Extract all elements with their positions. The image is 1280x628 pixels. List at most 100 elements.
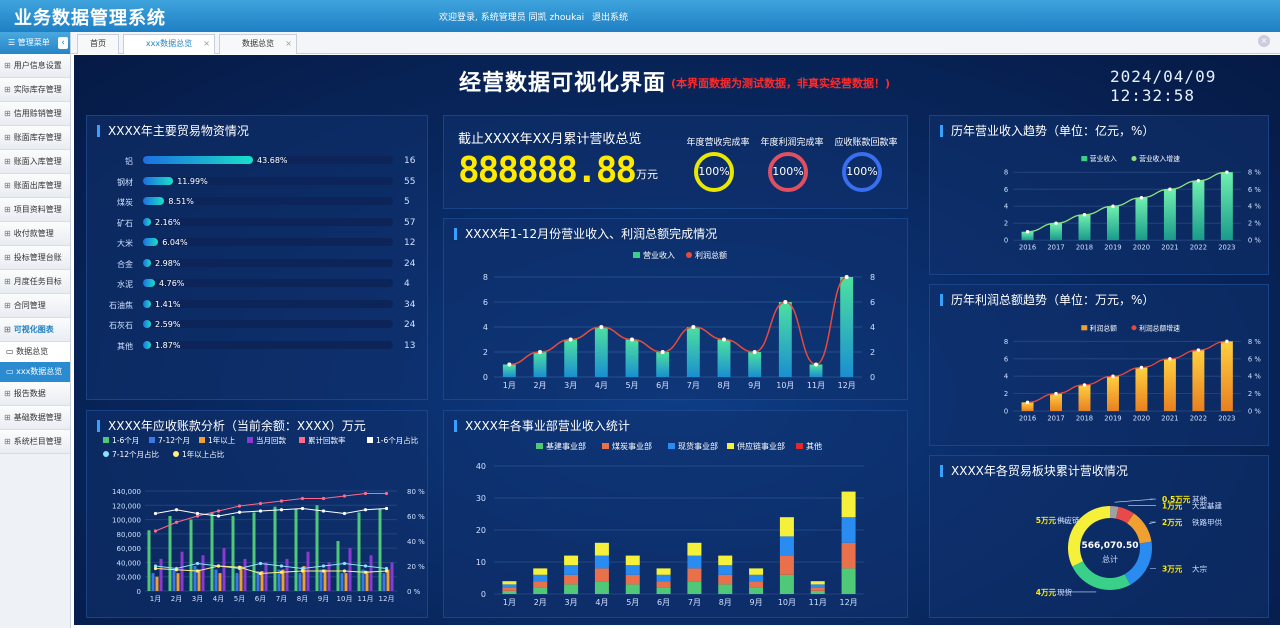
legend-swatch — [103, 437, 109, 443]
sidebar-item[interactable]: ⊞ 实际库存管理 — [0, 78, 70, 102]
y-tick-label: 10 — [476, 558, 486, 567]
dashboard: 经营数据可视化界面 (本界面数据为测试数据，非真实经营数据！) 2024/04/… — [74, 55, 1280, 625]
stacked-bar — [625, 574, 640, 585]
expand-icon: ⊞ — [4, 109, 11, 118]
line-point — [279, 564, 284, 568]
close-icon[interactable]: × — [285, 35, 292, 53]
tab-xxx-overview[interactable]: xxx数据总览 × — [123, 34, 215, 54]
material-row: 大米 6.04% 12 — [87, 238, 427, 248]
material-name: 矿石 — [117, 218, 133, 228]
pie-name-label: 现货 — [1057, 587, 1073, 597]
sidebar-item[interactable]: ⊞ 投标管理台账 — [0, 246, 70, 270]
sidebar-item-label: 项目资料管理 — [13, 205, 62, 214]
stacked-bar — [779, 574, 794, 594]
x-tick-label: 2016 — [1019, 414, 1036, 422]
sidebar-item[interactable]: ⊞ 用户信息设置 — [0, 54, 70, 78]
expand-icon: ⊞ — [4, 325, 11, 334]
x-tick-label: 4月 — [595, 381, 608, 390]
x-tick-label: 2023 — [1218, 414, 1235, 422]
y2-tick-label: 2 — [870, 348, 875, 357]
materials-panel: XXXX年主要贸易物资情况 铝 43.68% 16 钢材 11.99% 55 煤炭 8.51%… — [86, 115, 428, 400]
sidebar-item-label: 报告数据 — [13, 389, 46, 398]
line-point — [258, 501, 263, 506]
tab-home[interactable]: 首页 — [77, 34, 119, 54]
x-tick-label: 7月 — [688, 598, 701, 607]
sidebar-item[interactable]: ⊞ 可视化图表 — [0, 318, 70, 342]
x-tick-label: 1月 — [503, 598, 516, 607]
legend-swatch — [1081, 325, 1088, 331]
bar — [717, 339, 731, 377]
bar — [748, 352, 762, 377]
sidebar-item[interactable]: ⊞ 信用赊销管理 — [0, 102, 70, 126]
material-pct: 2.59% — [155, 320, 181, 329]
line-point — [195, 569, 200, 573]
legend-swatch — [149, 437, 155, 443]
chevron-left-icon[interactable]: ‹ — [58, 37, 68, 49]
stacked-bar — [779, 536, 794, 556]
close-icon[interactable]: × — [203, 35, 210, 53]
stacked-bar — [533, 587, 548, 594]
bar — [594, 327, 608, 377]
pie-value-label: 2万元 — [1162, 518, 1183, 527]
line-point — [363, 570, 368, 574]
sidebar-item[interactable]: ⊞ 系统栏目管理 — [0, 430, 70, 454]
legend-label: 其他 — [806, 441, 822, 451]
material-row: 石油焦 1.41% 34 — [87, 299, 427, 310]
stacked-bar — [594, 542, 609, 556]
sidebar-subitem[interactable]: ▭ xxx数据总览 — [0, 362, 70, 382]
pie-leader — [1114, 498, 1157, 503]
sidebar-item[interactable]: ⊞ 账面出库管理 — [0, 174, 70, 198]
pie-center-label: 总计 — [1102, 554, 1118, 564]
sidebar-item-label: 账面出库管理 — [13, 181, 62, 190]
pie-value-label: 1万元 — [1162, 502, 1183, 511]
y-tick-label: 20 — [476, 526, 486, 535]
y-tick-label: 20,000 — [117, 574, 142, 582]
sidebar-item[interactable]: ⊞ 合同管理 — [0, 294, 70, 318]
material-row: 矿石 2.16% 57 — [87, 217, 427, 228]
sidebar-item-label: 月度任务目标 — [13, 277, 62, 286]
pie-leader — [1148, 521, 1157, 524]
close-icon[interactable]: × — [1258, 35, 1270, 47]
bar — [357, 512, 361, 591]
y-tick-label: 40 — [476, 462, 486, 471]
y-tick-label: 0 — [1004, 408, 1008, 416]
material-pct: 8.51% — [168, 197, 194, 206]
sidebar-item-label: 信用赊销管理 — [13, 109, 62, 118]
material-count: 34 — [404, 299, 416, 310]
material-pct: 6.04% — [162, 238, 188, 247]
tab-data-overview[interactable]: 数据总览 × — [219, 34, 297, 54]
sidebar-item[interactable]: ⊞ 报告数据 — [0, 382, 70, 406]
y2-tick-label: 8 % — [1248, 338, 1261, 346]
segments-panel: XXXX年各贸易板块累计营收情况 0.5万元 其他 1万元 大型基建 2万元 铁路甲供 3万… — [929, 455, 1269, 618]
line-point — [300, 506, 305, 511]
sidebar-item[interactable]: ⊞ 账面库存管理 — [0, 126, 70, 150]
line-point — [195, 511, 200, 516]
sidebar-item[interactable]: ⊞ 月度任务目标 — [0, 270, 70, 294]
sidebar-item[interactable]: ⊞ 账面入库管理 — [0, 150, 70, 174]
dashboard-datetime: 2024/04/09 12:32:58 — [1110, 67, 1217, 105]
stacked-bar — [502, 590, 517, 594]
material-bar-track — [143, 320, 393, 328]
sidebar-item[interactable]: ⊞ 收付款管理 — [0, 222, 70, 246]
sidebar-item-label: 系统栏目管理 — [13, 437, 62, 446]
y2-tick-label: 0 — [870, 373, 875, 382]
bar — [686, 327, 700, 377]
x-tick-label: 12月 — [838, 381, 856, 390]
line-point — [384, 491, 389, 496]
bar — [218, 573, 222, 591]
legend-label: 7-12个月占比 — [112, 449, 160, 459]
logout-link[interactable]: 退出系统 — [592, 10, 628, 23]
x-tick-label: 10月 — [337, 595, 353, 603]
line-point — [153, 529, 158, 533]
tab-label: 数据总览 — [242, 39, 274, 48]
bar — [176, 573, 180, 591]
material-row: 其他 1.87% 13 — [87, 340, 427, 351]
page-icon: ▭ — [6, 347, 17, 356]
bar — [189, 519, 193, 591]
line-point — [844, 275, 849, 279]
sidebar-item[interactable]: ⊞ 项目资料管理 — [0, 198, 70, 222]
sidebar-subitem[interactable]: ▭ 数据总览 — [0, 342, 70, 362]
bar — [298, 573, 302, 591]
legend-swatch — [367, 437, 373, 443]
sidebar-item[interactable]: ⊞ 基础数据管理 — [0, 406, 70, 430]
